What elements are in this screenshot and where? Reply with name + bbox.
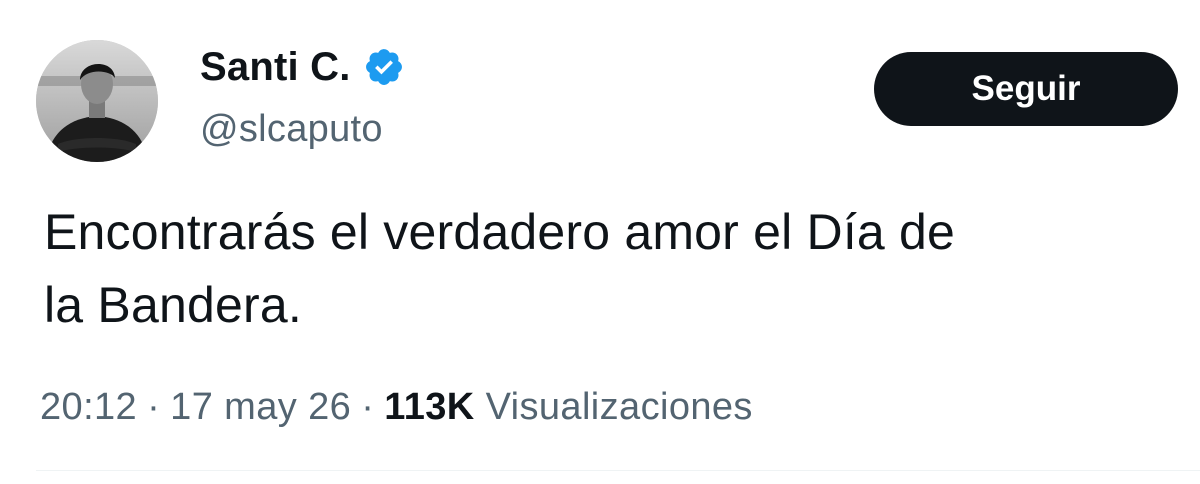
follow-button[interactable]: Seguir xyxy=(874,52,1178,126)
author-handle[interactable]: @slcaputo xyxy=(200,108,383,151)
views-count: 113K xyxy=(384,386,475,428)
author-name-row: Santi C. xyxy=(200,42,405,92)
tweet-text-line: Encontrarás el verdadero amor el Día de xyxy=(44,204,956,260)
avatar[interactable] xyxy=(36,40,158,162)
tweet-text-line: la Bandera. xyxy=(44,277,302,333)
tweet-date[interactable]: 17 may 26 xyxy=(170,386,351,428)
tweet-meta: 20:12 · 17 may 26 · 113K Visualizaciones xyxy=(40,386,753,429)
author-name[interactable]: Santi C. xyxy=(200,45,351,90)
tweet-text: Encontrarás el verdadero amor el Día de … xyxy=(44,196,1154,342)
avatar-photo xyxy=(36,40,158,162)
tweet-card: Santi C. @slcaputo Seguir Encontrarás el… xyxy=(0,0,1200,484)
meta-separator: · xyxy=(361,386,375,428)
divider xyxy=(36,470,1200,471)
meta-separator: · xyxy=(147,386,161,428)
tweet-time[interactable]: 20:12 xyxy=(40,386,137,428)
views-label: Visualizaciones xyxy=(485,386,753,428)
verified-badge-icon xyxy=(363,46,405,88)
